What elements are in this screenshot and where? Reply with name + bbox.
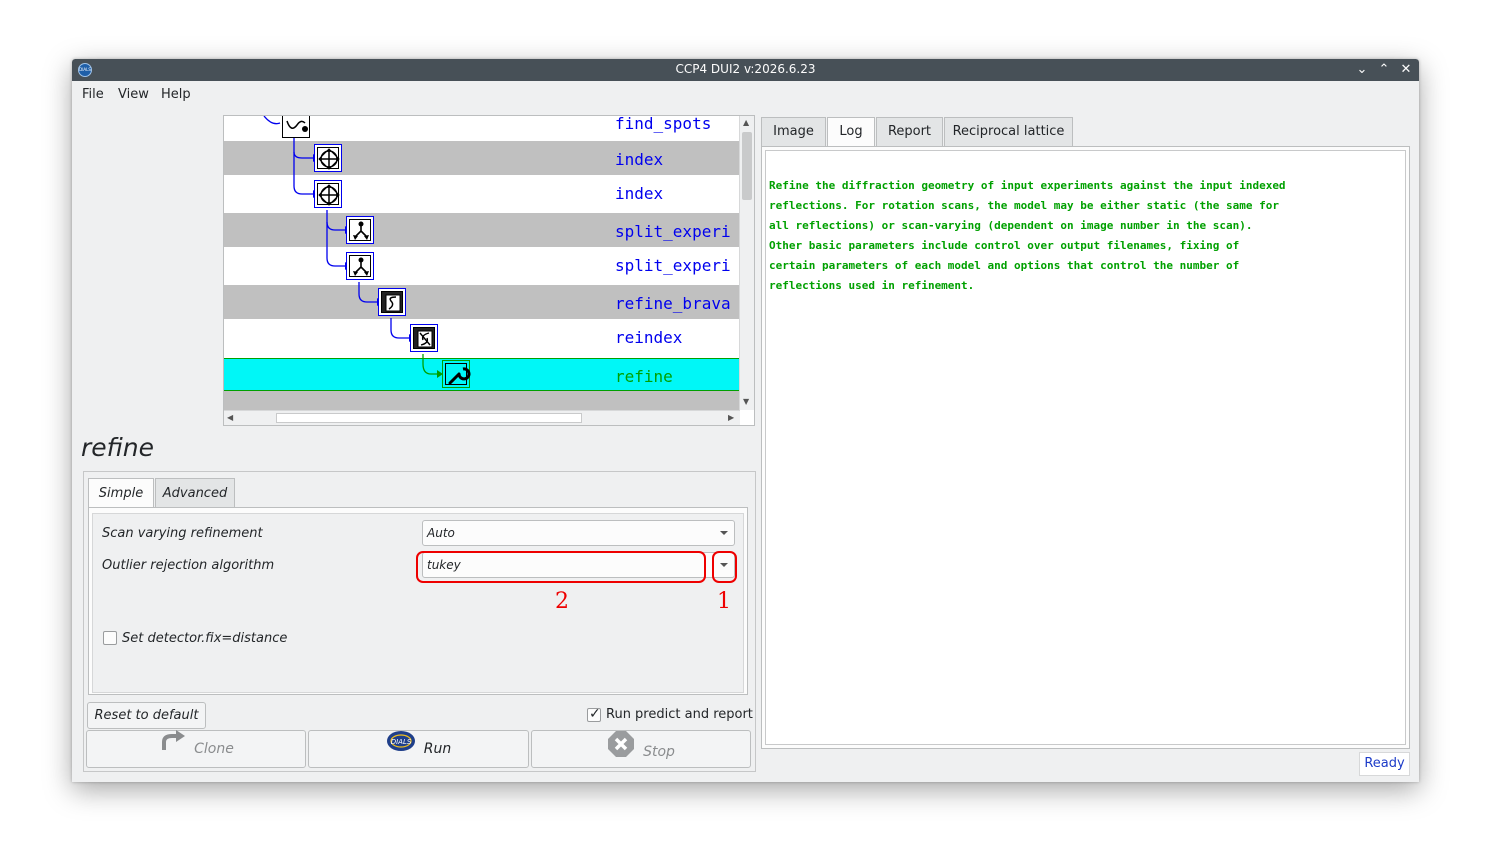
menu-bar: File View Help bbox=[72, 81, 1419, 107]
wrench-icon[interactable] bbox=[442, 360, 471, 388]
scan-varying-label: Scan varying refinement bbox=[102, 526, 263, 541]
dials-logo-text: DIALS bbox=[390, 738, 411, 746]
log-line: reflections. For rotation scans, the mod… bbox=[769, 199, 1279, 212]
index-crosshair-icon[interactable] bbox=[314, 180, 342, 208]
window-title: CCP4 DUI2 v:2026.6.23 bbox=[675, 62, 816, 76]
stop-icon bbox=[607, 730, 635, 772]
title-bar: DIALS CCP4 DUI2 v:2026.6.23 ⌄ ⌃ ✕ bbox=[72, 59, 1419, 81]
log-line: certain parameters of each model and opt… bbox=[769, 259, 1240, 272]
annotation-box-dropdown-arrow bbox=[712, 551, 737, 583]
stop-label: Stop bbox=[643, 744, 675, 760]
scan-varying-combo[interactable]: Auto bbox=[422, 520, 735, 546]
annotation-number-1: 1 bbox=[717, 589, 731, 614]
menu-file[interactable]: File bbox=[82, 87, 104, 102]
detector-fix-checkbox[interactable] bbox=[103, 631, 117, 645]
stop-button[interactable]: Stop bbox=[531, 730, 751, 768]
run-button[interactable]: DIALS Run bbox=[308, 730, 529, 768]
log-line: reflections used in refinement. bbox=[769, 279, 975, 292]
run-predict-label: Run predict and report bbox=[606, 707, 753, 722]
tab-log[interactable]: Log bbox=[827, 117, 875, 147]
tab-image[interactable]: Image bbox=[761, 117, 826, 146]
find-spots-icon[interactable] bbox=[282, 116, 310, 138]
step-title: refine bbox=[81, 433, 155, 462]
split-experiments-icon[interactable] bbox=[346, 216, 374, 244]
main-window: DIALS CCP4 DUI2 v:2026.6.23 ⌄ ⌃ ✕ File V… bbox=[72, 59, 1419, 782]
maximize-icon[interactable]: ⌃ bbox=[1375, 61, 1393, 79]
scroll-right-icon[interactable]: ▶ bbox=[728, 413, 734, 422]
scroll-down-icon[interactable]: ▼ bbox=[743, 397, 749, 406]
reindex-icon[interactable] bbox=[410, 324, 438, 352]
menu-help[interactable]: Help bbox=[161, 87, 191, 102]
workflow-tree-canvas: find_spots index index split_experi spli… bbox=[224, 116, 740, 410]
tab-reciprocal-lattice[interactable]: Reciprocal lattice bbox=[944, 117, 1073, 146]
tab-simple[interactable]: Simple bbox=[88, 478, 154, 509]
scroll-thumb[interactable] bbox=[742, 132, 752, 200]
annotation-number-2: 2 bbox=[555, 589, 569, 614]
clone-arrow-icon bbox=[158, 730, 186, 766]
scroll-up-icon[interactable]: ▲ bbox=[743, 118, 749, 127]
combo-value: Auto bbox=[427, 526, 455, 540]
menu-view[interactable]: View bbox=[118, 87, 149, 102]
run-predict-checkbox[interactable]: ✓ bbox=[587, 706, 601, 722]
clone-button[interactable]: Clone bbox=[86, 730, 306, 768]
scroll-thumb[interactable] bbox=[276, 413, 582, 423]
annotation-box-combo-field bbox=[416, 551, 706, 583]
clone-label: Clone bbox=[194, 741, 234, 757]
tab-report[interactable]: Report bbox=[876, 117, 943, 146]
minimize-icon[interactable]: ⌄ bbox=[1353, 61, 1371, 79]
check-icon: ✓ bbox=[589, 706, 601, 722]
tab-advanced[interactable]: Advanced bbox=[155, 478, 235, 508]
close-icon[interactable]: ✕ bbox=[1397, 61, 1415, 79]
run-label: Run bbox=[423, 741, 452, 757]
scroll-left-icon[interactable]: ◀ bbox=[227, 413, 233, 422]
log-line: Refine the diffraction geometry of input… bbox=[769, 179, 1286, 192]
detector-fix-label: Set detector.fix=distance bbox=[122, 631, 288, 646]
outlier-rejection-label: Outlier rejection algorithm bbox=[102, 558, 275, 573]
chevron-down-icon bbox=[720, 531, 728, 535]
workflow-tree-panel: find_spots index index split_experi spli… bbox=[223, 115, 755, 426]
tree-horizontal-scrollbar[interactable]: ◀ ▶ bbox=[224, 410, 740, 425]
log-text: Refine the diffraction geometry of input… bbox=[769, 176, 1399, 296]
split-experiments-icon[interactable] bbox=[346, 252, 374, 280]
tree-vertical-scrollbar[interactable]: ▲ ▼ bbox=[739, 116, 754, 410]
refine-bravais-icon[interactable] bbox=[378, 288, 406, 316]
log-line: Other basic parameters include control o… bbox=[769, 239, 1240, 252]
status-indicator: Ready bbox=[1359, 752, 1410, 776]
log-line: all reflections) or scan-varying (depend… bbox=[769, 219, 1253, 232]
tree-connectors bbox=[263, 116, 443, 378]
reset-to-default-button[interactable]: Reset to default bbox=[87, 702, 206, 729]
dials-run-icon: DIALS bbox=[386, 730, 416, 766]
index-crosshair-icon[interactable] bbox=[314, 144, 342, 172]
